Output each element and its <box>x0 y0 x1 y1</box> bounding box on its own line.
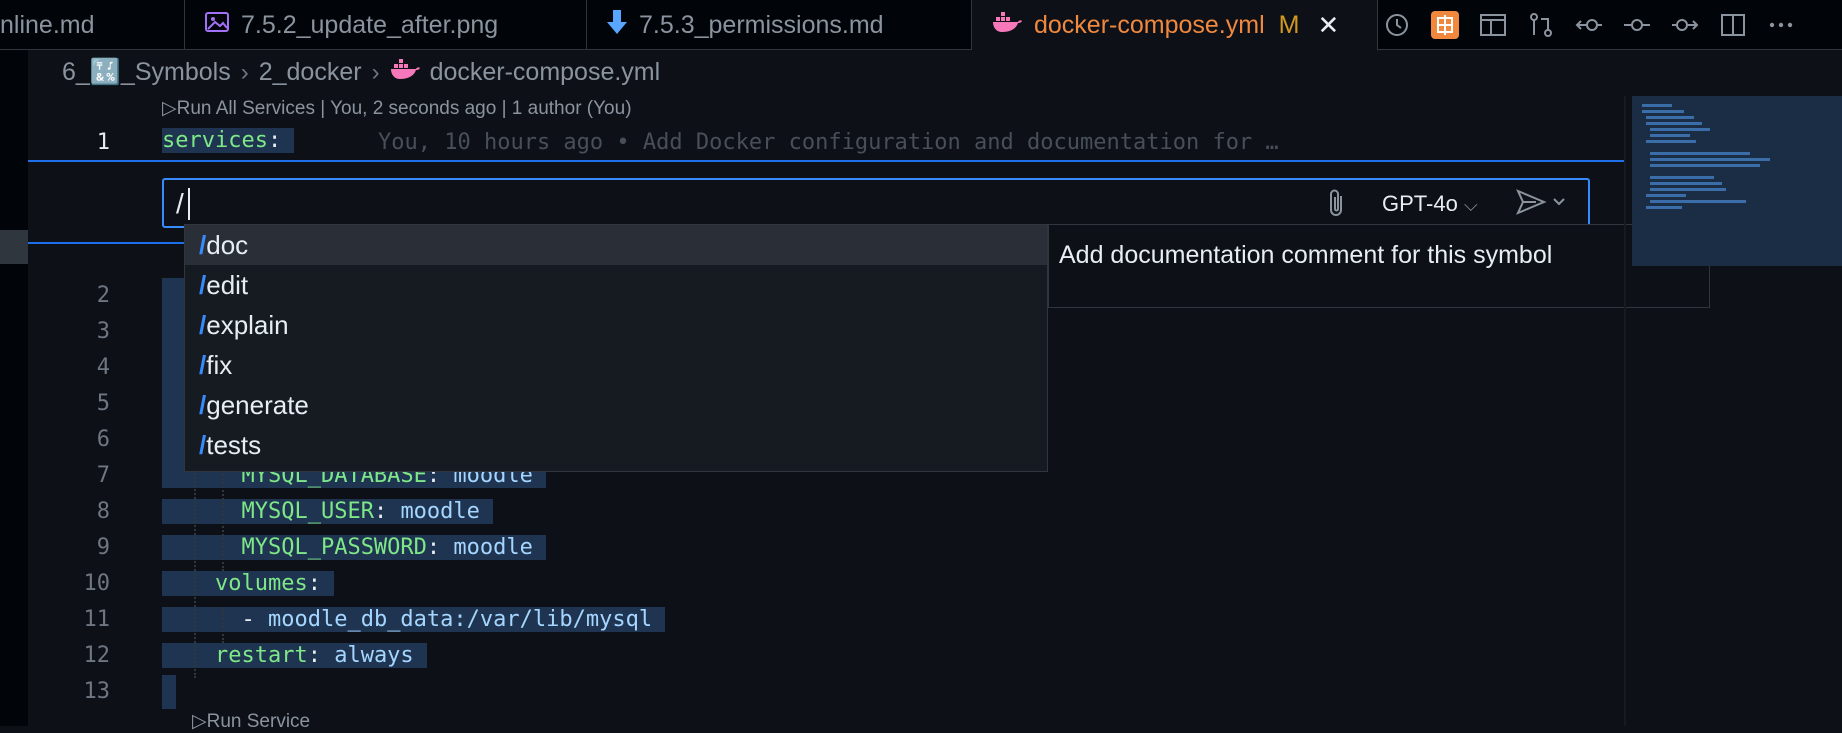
breadcrumb-folder-docker[interactable]: 2_docker <box>259 58 362 87</box>
open-preview-icon[interactable] <box>1476 8 1510 42</box>
code-line-1[interactable]: services: <box>162 128 295 153</box>
codelens-run-all[interactable]: ▷Run All Services | You, 2 seconds ago |… <box>162 97 632 120</box>
slash-command-tests[interactable]: / tests <box>185 425 1047 465</box>
code-line-10[interactable]: volumes: <box>162 571 335 596</box>
yaml-colon: : <box>267 128 282 153</box>
codelens-run-service[interactable]: ▷Run Service <box>192 710 310 733</box>
compare-changes-icon[interactable] <box>1524 8 1558 42</box>
line-number: 4 <box>96 355 110 380</box>
breadcrumb: 6_🔣_Symbols › 2_docker › docker-compose.… <box>62 58 660 87</box>
slash-command-fix[interactable]: / fix <box>185 345 1047 385</box>
yaml-key: volumes <box>214 571 308 596</box>
code-line-11[interactable]: - moodle_db_data:/var/lib/mysql <box>162 607 666 632</box>
line-number: 11 <box>83 607 111 632</box>
minimap[interactable] <box>1632 96 1842 266</box>
breadcrumb-folder-symbols[interactable]: 6_🔣_Symbols <box>62 58 231 87</box>
line-number: 10 <box>83 571 111 596</box>
code-line-9[interactable]: MYSQL_PASSWORD: moodle <box>162 535 547 560</box>
line-number: 7 <box>96 463 110 488</box>
split-editor-icon[interactable] <box>1716 8 1750 42</box>
suggestion-description: Add documentation comment for this symbo… <box>1059 241 1553 269</box>
modified-badge: M <box>1278 10 1300 39</box>
tab-online-md[interactable]: nline.md <box>0 0 185 50</box>
slash-command-explain[interactable]: / explain <box>185 305 1047 345</box>
line-number: 3 <box>96 319 110 344</box>
slash-command-generate[interactable]: / generate <box>185 385 1047 425</box>
tab-docker-compose[interactable]: docker-compose.yml M ✕ <box>972 0 1378 51</box>
breadcrumb-file[interactable]: docker-compose.yml <box>430 58 661 87</box>
docker-whale-icon <box>390 58 420 87</box>
chat-input-value: / <box>176 188 184 219</box>
tab-bar: nline.md 7.5.2_update_after.png 7.5.3_pe… <box>0 0 1842 51</box>
git-blame-annotation: You, 10 hours ago • Add Docker configura… <box>378 130 1279 155</box>
line-number: 9 <box>96 535 110 560</box>
line-number: 6 <box>96 427 110 452</box>
chevron-down-icon: ⌵ <box>1463 195 1478 215</box>
line-number: 2 <box>96 283 110 308</box>
yaml-value: always <box>334 643 414 668</box>
editor-toolbar <box>1380 0 1798 50</box>
slash-command-edit[interactable]: / edit <box>185 265 1047 305</box>
extension-badge-icon[interactable] <box>1428 8 1462 42</box>
line-number: 13 <box>83 679 111 704</box>
yaml-key: restart <box>214 643 308 668</box>
download-arrow-icon <box>607 9 627 41</box>
attach-paperclip-icon[interactable] <box>1326 188 1348 225</box>
overview-ruler <box>1624 96 1626 726</box>
line-number: 12 <box>83 643 111 668</box>
next-change-icon[interactable] <box>1668 8 1702 42</box>
text-cursor <box>188 188 190 220</box>
selection-highlight <box>162 675 176 709</box>
send-icon[interactable] <box>1514 186 1570 225</box>
code-line-8[interactable]: MYSQL_USER: moodle <box>162 499 494 524</box>
line-number: 5 <box>96 391 110 416</box>
tab-label: nline.md <box>0 10 95 39</box>
tab-permissions-md[interactable]: 7.5.3_permissions.md <box>587 0 972 50</box>
line-number: 1 <box>96 130 110 155</box>
model-picker[interactable]: GPT-4o ⌵ <box>1382 191 1478 217</box>
chevron-right-icon: › <box>240 58 249 86</box>
inline-chat-input[interactable]: / GPT-4o ⌵ <box>162 178 1590 228</box>
activity-strip <box>0 50 28 726</box>
yaml-key: services <box>162 128 268 153</box>
yaml-value: moodle <box>453 535 533 560</box>
code-line-12[interactable]: restart: always <box>162 643 427 668</box>
commit-icon[interactable] <box>1620 8 1654 42</box>
slash-command-doc[interactable]: / doc <box>185 225 1047 265</box>
tab-update-after-png[interactable]: 7.5.2_update_after.png <box>185 0 587 50</box>
docker-whale-icon <box>992 11 1022 40</box>
image-icon <box>205 11 229 40</box>
yaml-key: MYSQL_USER <box>241 499 374 524</box>
tab-label: 7.5.3_permissions.md <box>639 10 884 39</box>
line-number: 8 <box>96 499 110 524</box>
tab-label: docker-compose.yml <box>1034 10 1265 39</box>
model-label: GPT-4o <box>1382 191 1458 216</box>
previous-change-icon[interactable] <box>1572 8 1606 42</box>
suggestion-details-panel: Add documentation comment for this symbo… <box>1048 224 1710 308</box>
history-icon[interactable] <box>1380 8 1414 42</box>
chevron-right-icon: › <box>371 58 380 86</box>
tab-label: 7.5.2_update_after.png <box>241 10 499 39</box>
close-tab-icon[interactable]: ✕ <box>1317 10 1339 41</box>
slash-command-list: / doc / edit / explain / fix / generate / test… <box>184 224 1048 472</box>
yaml-key: MYSQL_PASSWORD <box>241 535 427 560</box>
yaml-value: moodle_db_data:/var/lib/mysql <box>267 607 653 632</box>
more-actions-icon[interactable] <box>1764 8 1798 42</box>
yaml-value: moodle <box>400 499 480 524</box>
